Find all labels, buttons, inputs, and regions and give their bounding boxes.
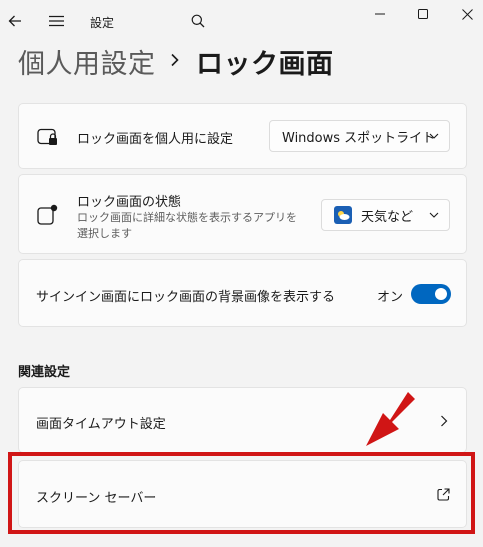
chevron-down-icon (429, 133, 439, 139)
toggle-knob (435, 288, 447, 300)
lock-screen-personalize-icon (37, 128, 57, 145)
related-item-label: 画面タイムアウト設定 (36, 417, 166, 432)
maximize-icon (418, 9, 428, 19)
setting-card-status: ロック画面の状態 ロック画面に詳細な状態を表示するアプリを選択します 天気など (18, 174, 467, 254)
maximize-button[interactable] (406, 2, 440, 26)
highlight-box (8, 452, 475, 534)
signin-background-toggle[interactable] (411, 284, 451, 304)
chevron-down-icon (429, 212, 439, 218)
hamburger-menu-icon (48, 15, 64, 27)
search-button[interactable] (187, 10, 209, 32)
back-button[interactable] (4, 10, 26, 32)
dropdown-value: Windows スポットライト (282, 130, 436, 146)
weather-app-icon (334, 206, 352, 224)
minimize-icon (375, 13, 385, 15)
breadcrumb-parent-link[interactable]: 個人用設定 (18, 42, 156, 81)
lock-screen-status-dropdown[interactable]: 天気など (321, 199, 450, 231)
minimize-button[interactable] (363, 2, 397, 26)
toggle-state-label: オン (377, 290, 404, 305)
setting-description: ロック画面に詳細な状態を表示するアプリを選択します (77, 211, 297, 240)
lock-screen-status-icon (37, 204, 58, 225)
back-arrow-icon (8, 15, 21, 27)
close-icon (461, 8, 473, 20)
setting-title: ロック画面を個人用に設定 (77, 132, 234, 147)
red-down-arrow-icon (366, 392, 415, 446)
setting-card-signin-background: サインイン画面にロック画面の背景画像を表示する オン (18, 259, 467, 327)
close-button[interactable] (450, 2, 483, 26)
setting-title: サインイン画面にロック画面の背景画像を表示する (36, 290, 336, 305)
setting-card-personalize: ロック画面を個人用に設定 Windows スポットライト (18, 103, 467, 169)
page-title: ロック画面 (196, 49, 334, 80)
dropdown-value: 天気など (361, 209, 414, 225)
menu-button[interactable] (45, 10, 67, 32)
chevron-right-icon (441, 415, 448, 427)
setting-title: ロック画面の状態 (77, 195, 182, 210)
lock-screen-background-dropdown[interactable]: Windows スポットライト (269, 120, 450, 152)
search-icon (191, 14, 205, 28)
app-title: 設定 (90, 16, 115, 30)
section-heading-related: 関連設定 (18, 365, 71, 380)
chevron-right-icon (170, 52, 180, 71)
